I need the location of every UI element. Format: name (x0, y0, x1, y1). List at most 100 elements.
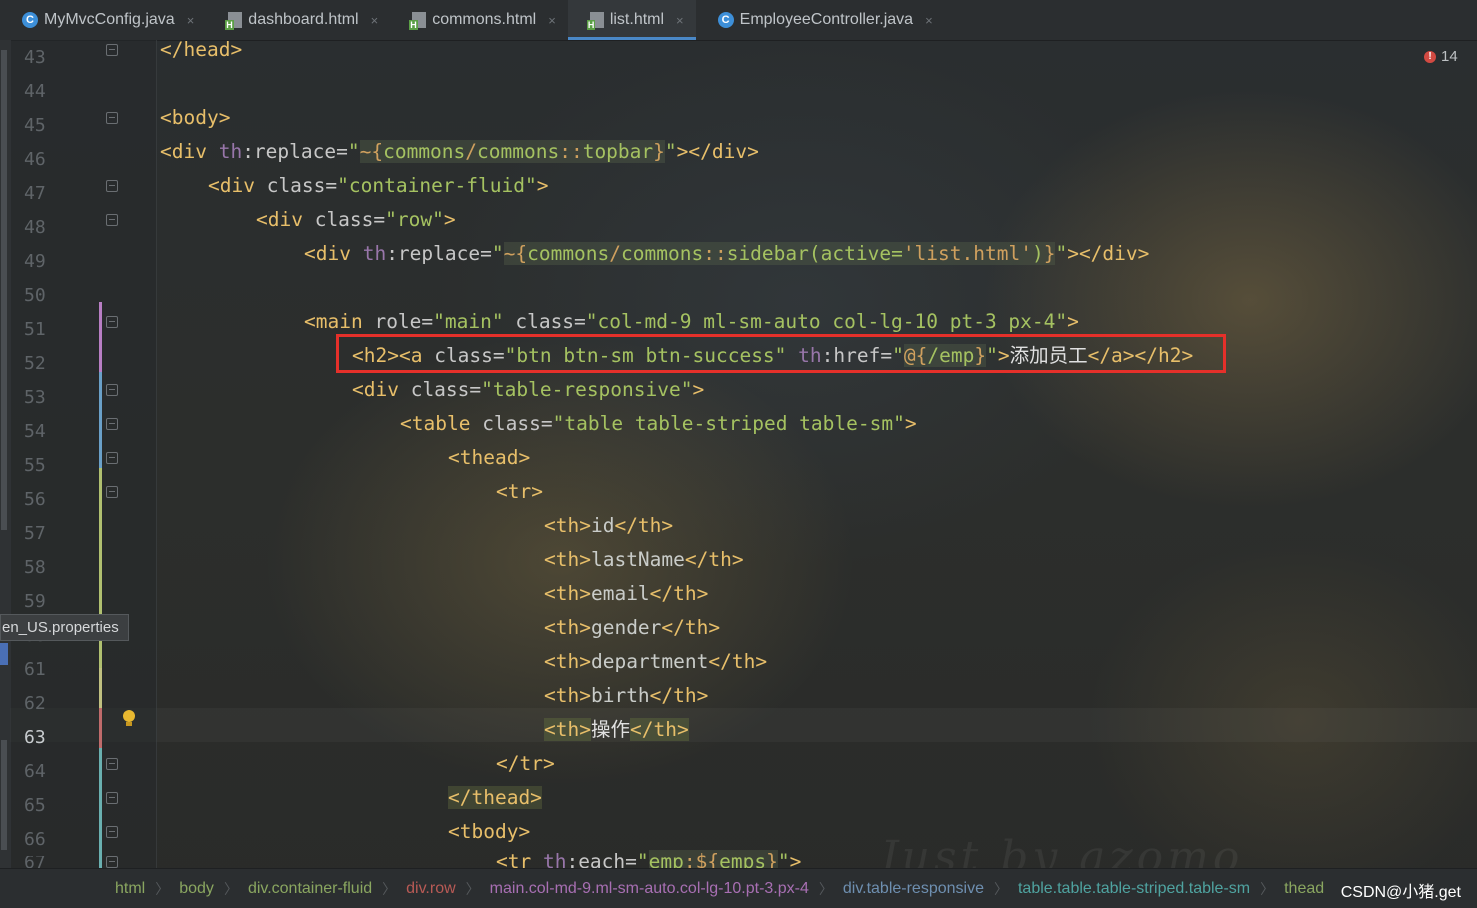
line-number: 59 (24, 590, 46, 612)
fold-marker-icon[interactable] (106, 452, 118, 464)
tab-label: commons.html (432, 11, 537, 28)
code-line-57: <th>id</th> (544, 514, 674, 537)
tab-label: list.html (609, 11, 665, 28)
code-line-64: </tr> (496, 752, 555, 775)
tab-employeecontroller[interactable]: C EmployeeController.java × (696, 0, 945, 40)
line-number: 57 (24, 522, 46, 544)
file-tooltip: en_US.properties (0, 614, 129, 641)
tab-label: EmployeeController.java (739, 11, 914, 28)
breadcrumb-separator: 〉 (465, 880, 480, 897)
code-line-46: <div th:replace="~{commons/commons::topb… (160, 140, 759, 163)
breadcrumb: html 〉 body 〉 div.container-fluid 〉 div.… (0, 868, 1477, 908)
line-number: 55 (24, 454, 46, 476)
fold-marker-icon[interactable] (106, 214, 118, 226)
html-file-icon (586, 12, 604, 30)
breadcrumb-row[interactable]: div.row (406, 880, 456, 898)
close-icon[interactable]: × (925, 13, 933, 28)
line-number: 52 (24, 352, 46, 374)
line-number: 43 (24, 46, 46, 68)
line-number: 56 (24, 488, 46, 510)
line-number: 46 (24, 148, 46, 170)
line-number-current: 63 (24, 726, 46, 748)
fold-marker-icon[interactable] (106, 418, 118, 430)
fold-marker-icon[interactable] (106, 856, 118, 868)
line-number-gutter: 43 44 45 46 47 48 49 50 51 52 53 54 55 5… (10, 40, 157, 868)
breadcrumb-table-responsive[interactable]: div.table-responsive (843, 880, 984, 898)
change-marker (99, 372, 102, 468)
fold-marker-icon[interactable] (106, 316, 118, 328)
lightbulb-icon[interactable] (122, 710, 136, 728)
breadcrumb-separator: 〉 (382, 880, 397, 897)
line-number: 66 (24, 828, 46, 850)
code-line-45: <body> (160, 106, 231, 129)
line-number: 54 (24, 420, 46, 442)
csdn-watermark: CSDN@小猪.get (1340, 884, 1461, 901)
code-line-54: <table class="table table-striped table-… (400, 412, 917, 435)
breadcrumb-container-fluid[interactable]: div.container-fluid (248, 880, 372, 898)
fold-marker-icon[interactable] (106, 44, 118, 56)
code-line-60: <th>gender</th> (544, 616, 721, 639)
breadcrumb-body[interactable]: body (179, 880, 214, 898)
scroll-marker (1, 740, 7, 850)
code-editor[interactable]: </head> <body> <div th:replace="~{common… (160, 38, 1460, 868)
html-file-icon (225, 12, 243, 30)
fold-marker-icon[interactable] (106, 792, 118, 804)
change-marker (99, 302, 102, 372)
fold-marker-icon[interactable] (106, 486, 118, 498)
html-file-icon (409, 12, 427, 30)
breadcrumb-table[interactable]: table.table.table-striped.table-sm (1018, 880, 1250, 898)
line-number: 47 (24, 182, 46, 204)
line-number: 51 (24, 318, 46, 340)
code-line-65: </thead> (448, 786, 542, 809)
code-line-53: <div class="table-responsive"> (352, 378, 705, 401)
breadcrumb-html[interactable]: html (115, 880, 145, 898)
tab-label: dashboard.html (248, 11, 359, 28)
breadcrumb-separator: 〉 (155, 880, 170, 897)
selected-file-marker (0, 643, 8, 665)
line-number: 48 (24, 216, 46, 238)
line-number: 50 (24, 284, 46, 306)
error-icon: ! (1424, 50, 1436, 63)
java-class-icon: C (717, 12, 734, 28)
close-icon[interactable]: × (187, 13, 195, 28)
line-number: 64 (24, 760, 46, 782)
breadcrumb-main[interactable]: main.col-md-9.ml-sm-auto.col-lg-10.pt-3.… (490, 880, 809, 898)
red-highlight-box (336, 334, 1226, 373)
line-number: 62 (24, 692, 46, 714)
fold-marker-icon[interactable] (106, 384, 118, 396)
tab-commons[interactable]: commons.html × (390, 0, 568, 40)
breadcrumb-separator: 〉 (818, 880, 833, 897)
line-number: 49 (24, 250, 46, 272)
code-line-61: <th>department</th> (544, 650, 768, 673)
change-marker (99, 668, 102, 708)
code-line-62: <th>birth</th> (544, 684, 709, 707)
breadcrumb-separator: 〉 (1260, 880, 1275, 897)
breadcrumb-separator: 〉 (223, 880, 238, 897)
breadcrumb-separator: 〉 (993, 880, 1008, 897)
code-line-59: <th>email</th> (544, 582, 709, 605)
code-line-58: <th>lastName</th> (544, 548, 744, 571)
breadcrumb-thead[interactable]: thead (1284, 880, 1324, 898)
tab-label: MyMvcConfig.java (44, 11, 175, 28)
close-icon[interactable]: × (548, 13, 556, 28)
change-marker (99, 708, 102, 748)
scroll-marker (1, 50, 7, 530)
error-count-indicator[interactable]: ! 14 (1424, 48, 1458, 65)
code-line-66: <tbody> (448, 820, 531, 843)
code-line-55: <thead> (448, 446, 531, 469)
fold-marker-icon[interactable] (106, 826, 118, 838)
tab-list[interactable]: list.html × (567, 0, 696, 40)
close-icon[interactable]: × (371, 13, 379, 28)
code-line-63: <th>操作</th> (544, 718, 689, 741)
fold-marker-icon[interactable] (106, 180, 118, 192)
code-line-48: <div class="row"> (256, 208, 456, 231)
java-class-icon: C (22, 12, 38, 28)
fold-marker-icon[interactable] (106, 758, 118, 770)
fold-marker-icon[interactable] (106, 112, 118, 124)
close-icon[interactable]: × (676, 13, 684, 28)
line-number: 53 (24, 386, 46, 408)
line-number: 45 (24, 114, 46, 136)
code-line-67: <tr th:each="emp:${emps}"> (496, 845, 801, 868)
code-line-47: <div class="container-fluid"> (208, 174, 549, 197)
line-number: 61 (24, 658, 46, 680)
